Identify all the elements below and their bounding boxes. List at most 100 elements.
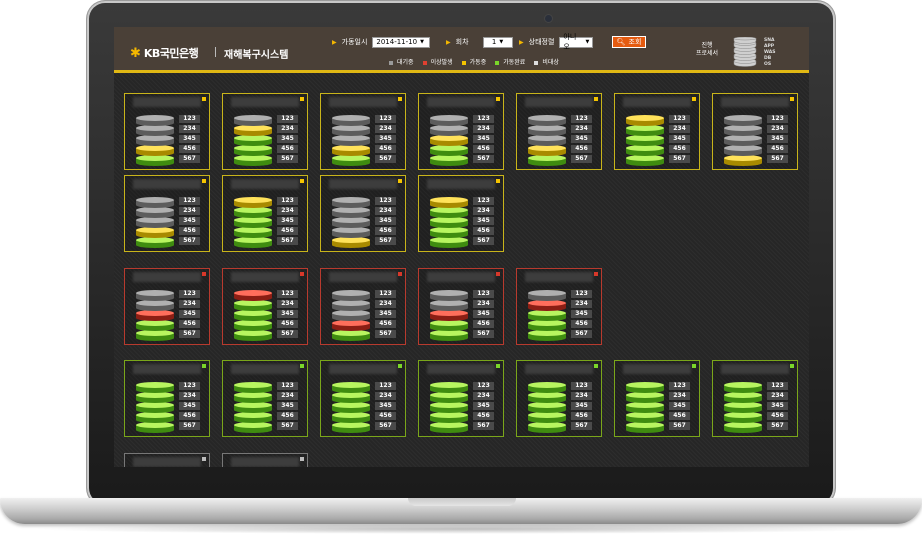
system-card[interactable]: 123 234 345 456 567 — [516, 93, 602, 170]
system-card[interactable]: 123 234 345 456 567 — [320, 93, 406, 170]
system-card[interactable]: 123 234 345 456 567 — [712, 93, 798, 170]
round-label: 회차 — [455, 38, 469, 46]
search-button[interactable]: 🔍︎ 조회 — [612, 36, 646, 48]
db-layer-top — [724, 382, 762, 388]
layer-value: 345 — [571, 135, 592, 143]
system-card[interactable]: 123 234 345 456 567 — [222, 360, 308, 437]
legend-swatch — [389, 60, 393, 65]
system-card[interactable]: 123 234 345 456 567 — [614, 93, 700, 170]
layer-value: 567 — [571, 422, 592, 430]
legend-item: 이상발생 — [422, 57, 453, 66]
layer-value: 567 — [179, 422, 200, 430]
card-title — [623, 97, 691, 107]
card-title — [427, 97, 495, 107]
screen: ✱ KB국민은행 재해복구시스템 ▶ 가동일시 2014-11-10 ▼ ▶ 회… — [114, 27, 809, 467]
card-title — [231, 457, 299, 467]
system-card[interactable]: 123 234 345 456 567 — [124, 268, 210, 345]
layer-value: 234 — [375, 300, 396, 308]
layer-value: 123 — [473, 115, 494, 123]
system-card[interactable]: 123 234 345 456 567 — [124, 360, 210, 437]
system-card[interactable]: 123 234 345 456 567 — [320, 360, 406, 437]
layer-value: 567 — [375, 237, 396, 245]
system-grid: 123 234 345 456 567 123 234 345 456 567 123 234 345 4… — [114, 73, 809, 467]
card-title — [133, 272, 201, 282]
layer-value: 234 — [473, 125, 494, 133]
system-card[interactable]: 123 234 345 456 567 — [418, 93, 504, 170]
status-indicator — [202, 97, 206, 101]
layer-value: 345 — [767, 135, 788, 143]
system-card[interactable]: 123 234 345 456 567 — [222, 175, 308, 252]
date-value: 2014-11-10 — [376, 38, 418, 46]
layer-value: 345 — [375, 135, 396, 143]
system-card[interactable]: 123 234 345 456 567 — [516, 360, 602, 437]
card-title — [329, 272, 397, 282]
layer-value: 345 — [179, 402, 200, 410]
status-indicator — [202, 272, 206, 276]
system-card[interactable]: 123 234 345 456 567 — [320, 175, 406, 252]
layer-value: 123 — [375, 290, 396, 298]
db-layer-top — [430, 382, 468, 388]
card-title — [525, 97, 593, 107]
db-layer-top — [332, 197, 370, 203]
status-indicator — [594, 272, 598, 276]
db-stack-icon — [136, 197, 174, 248]
db-layer-top — [430, 290, 468, 296]
layer-value: 345 — [669, 402, 690, 410]
legend-item: 가동중 — [461, 57, 487, 66]
brand-name: KB국민은행 — [143, 47, 199, 60]
layer-value: 456 — [571, 320, 592, 328]
layer-value: 345 — [473, 310, 494, 318]
date-select[interactable]: 2014-11-10 ▼ — [372, 36, 431, 48]
system-card[interactable]: 123 234 345 456 567 — [320, 268, 406, 345]
system-card[interactable] — [222, 453, 308, 467]
status-select[interactable]: 아니오 ▼ — [559, 33, 594, 51]
status-indicator — [300, 457, 304, 461]
layer-value: 123 — [277, 290, 298, 298]
system-card[interactable]: 123 234 345 456 567 — [516, 268, 602, 345]
db-layer-top — [626, 115, 664, 121]
card-title — [231, 179, 299, 189]
status-indicator — [202, 457, 206, 461]
legend-label: 가동완료 — [503, 59, 526, 66]
system-card[interactable]: 123 234 345 456 567 — [124, 93, 210, 170]
layer-value: 234 — [375, 125, 396, 133]
status-indicator — [398, 272, 402, 276]
layer-values: 123 234 345 456 567 — [179, 382, 200, 432]
layer-name: OS — [764, 62, 772, 67]
round-select[interactable]: 1 ▼ — [482, 36, 513, 48]
layer-value: 456 — [375, 412, 396, 420]
laptop-shadow — [30, 524, 892, 534]
layer-value: 234 — [767, 392, 788, 400]
layer-value: 456 — [473, 227, 494, 235]
db-layer-top — [332, 290, 370, 296]
card-title — [427, 364, 495, 374]
card-title — [231, 97, 299, 107]
legend-swatch — [534, 60, 539, 65]
system-card[interactable] — [124, 453, 210, 467]
legend-label: 가동중 — [469, 59, 487, 66]
layer-value: 456 — [277, 227, 298, 235]
layer-value: 345 — [473, 135, 494, 143]
system-title: 재해복구시스템 — [224, 50, 289, 61]
system-card[interactable]: 123 234 345 456 567 — [222, 268, 308, 345]
system-card[interactable]: 123 234 345 456 567 — [124, 175, 210, 252]
legend-swatch — [495, 60, 500, 65]
round-filter: ▶ 회차 1 ▼ — [446, 36, 513, 48]
brand-logo[interactable]: ✱ KB국민은행 — [130, 45, 199, 61]
arrow-right-icon: ▶ — [519, 38, 524, 46]
layer-values: 123 234 345 456 567 — [473, 382, 494, 432]
system-card[interactable]: 123 234 345 456 567 — [418, 360, 504, 437]
status-indicator — [202, 364, 206, 368]
system-card[interactable]: 123 234 345 456 567 — [418, 175, 504, 252]
system-card[interactable]: 123 234 345 456 567 — [222, 93, 308, 170]
system-card[interactable]: 123 234 345 456 567 — [614, 360, 700, 437]
layer-values: 123 234 345 456 567 — [669, 382, 690, 432]
layer-value: 234 — [277, 392, 298, 400]
layer-value: 123 — [179, 115, 200, 123]
system-card[interactable]: 123 234 345 456 567 — [418, 268, 504, 345]
system-card[interactable]: 123 234 345 456 567 — [712, 360, 798, 437]
status-indicator — [496, 272, 500, 276]
layer-values: 123 234 345 456 567 — [571, 382, 592, 432]
layer-value: 123 — [473, 382, 494, 390]
card-title — [231, 272, 299, 282]
